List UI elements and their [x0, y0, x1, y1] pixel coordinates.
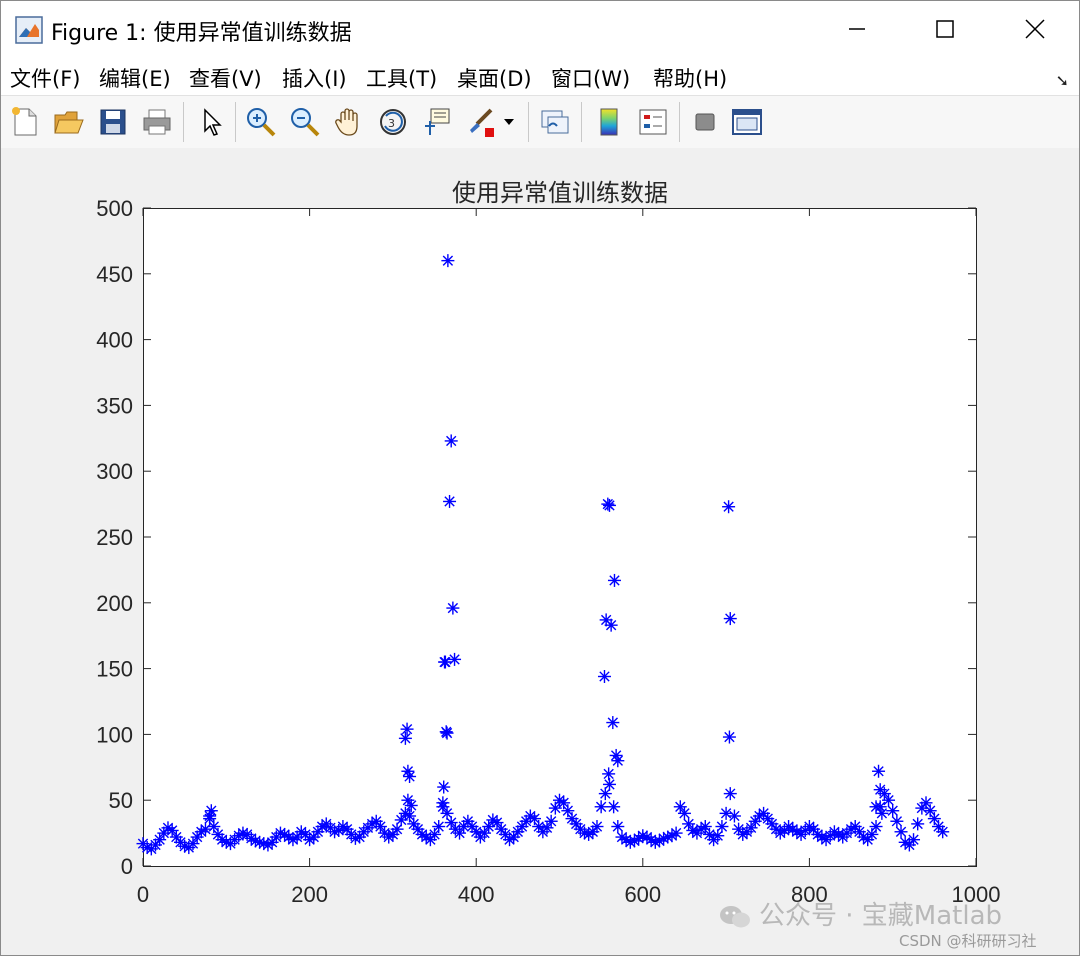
data-point: [590, 820, 604, 834]
data-point: [448, 652, 462, 666]
figure-window: Figure 1: 使用异常值训练数据 文件(F) 编辑(E) 查看(V) 插入…: [0, 0, 1080, 956]
y-tick-label: 200: [96, 591, 133, 616]
y-tick-label: 150: [96, 657, 133, 682]
data-point: [872, 764, 886, 778]
watermark-csdn: CSDN @科研研习社: [899, 932, 1037, 950]
x-tick-label: 400: [458, 882, 495, 907]
data-point: [441, 254, 455, 268]
data-point: [907, 833, 921, 847]
watermark-text: 公众号 · 宝藏Matlab: [759, 901, 1003, 931]
data-point: [440, 726, 454, 740]
data-point: [398, 731, 412, 745]
data-point: [669, 826, 683, 840]
data-point: [936, 825, 950, 839]
data-point: [607, 573, 621, 587]
data-point: [602, 498, 616, 512]
data-point: [606, 716, 620, 730]
data-point: [403, 770, 417, 784]
data-point: [723, 612, 737, 626]
data-point: [722, 730, 736, 744]
y-tick-label: 0: [121, 854, 133, 879]
data-point: [727, 809, 741, 823]
data-point: [911, 817, 925, 831]
data-point: [438, 655, 452, 669]
y-tick-label: 250: [96, 525, 133, 550]
x-tick-label: 0: [137, 882, 149, 907]
data-point: [444, 434, 458, 448]
scatter-plot: 0 200 400 600 800 100005010015020025030035040…: [96, 196, 1000, 907]
data-point: [594, 800, 608, 814]
wechat-icon: [720, 905, 750, 927]
y-tick-label: 350: [96, 393, 133, 418]
data-point: [611, 754, 625, 768]
y-tick-label: 450: [96, 262, 133, 287]
data-point: [607, 800, 621, 814]
data-point: [602, 767, 616, 781]
data-point: [436, 796, 450, 810]
x-tick-label: 600: [624, 882, 661, 907]
y-tick-label: 50: [109, 788, 133, 813]
data-point: [722, 500, 736, 514]
data-point: [432, 820, 446, 834]
data-point: [604, 618, 618, 632]
data-point: [597, 669, 611, 683]
data-point: [446, 601, 460, 615]
y-tick-label: 500: [96, 196, 133, 221]
data-point: [437, 780, 451, 794]
data-point: [404, 798, 418, 812]
data-point: [875, 806, 889, 820]
x-tick-label: 200: [291, 882, 328, 907]
data-point: [719, 806, 733, 820]
data-point: [715, 820, 729, 834]
data-point: [443, 494, 457, 508]
data-point: [602, 777, 616, 791]
watermark: 公众号 · 宝藏Matlab: [719, 895, 1002, 932]
y-tick-label: 100: [96, 722, 133, 747]
y-tick-label: 300: [96, 459, 133, 484]
data-point: [869, 820, 883, 834]
data-point: [723, 787, 737, 801]
data-point: [873, 783, 887, 797]
data-point: [203, 809, 217, 823]
data-point: [400, 722, 414, 736]
y-tick-label: 400: [96, 328, 133, 353]
data-point: [544, 814, 558, 828]
